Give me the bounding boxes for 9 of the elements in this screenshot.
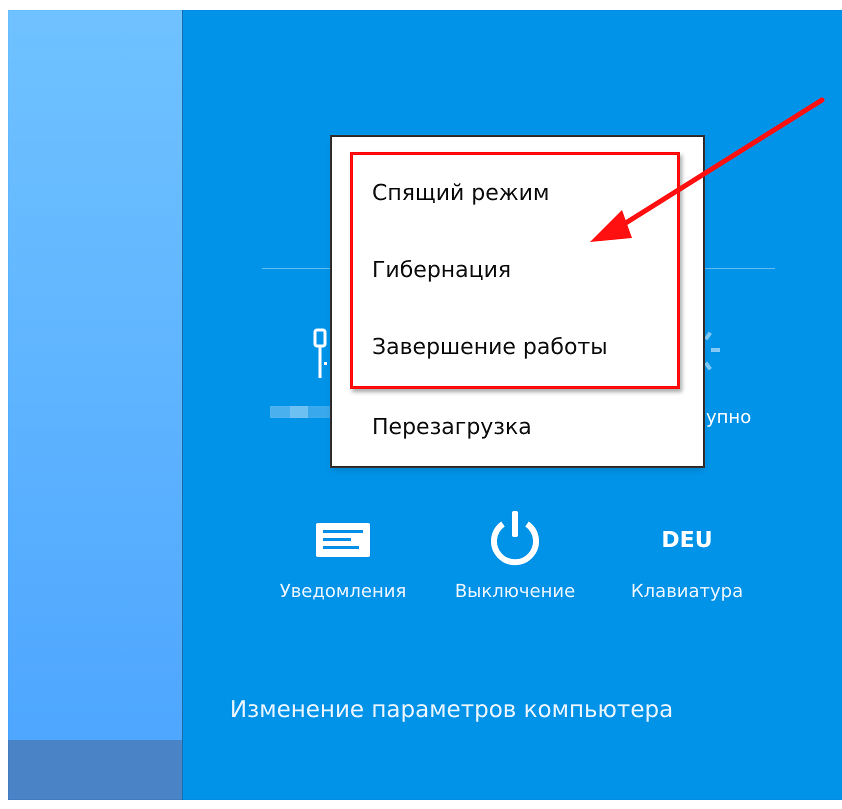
menu-item[interactable]: Гибернация	[372, 232, 677, 309]
message-icon	[316, 523, 370, 557]
menu-item[interactable]: Спящий режим	[372, 155, 677, 232]
menu-item[interactable]: Перезагрузка	[372, 389, 703, 466]
language-code: DEU	[661, 526, 713, 554]
setting-label: упно	[706, 406, 752, 430]
pixelated-label	[270, 406, 330, 418]
menu-item[interactable]: Завершение работы	[372, 309, 677, 386]
antenna-icon	[313, 328, 329, 380]
